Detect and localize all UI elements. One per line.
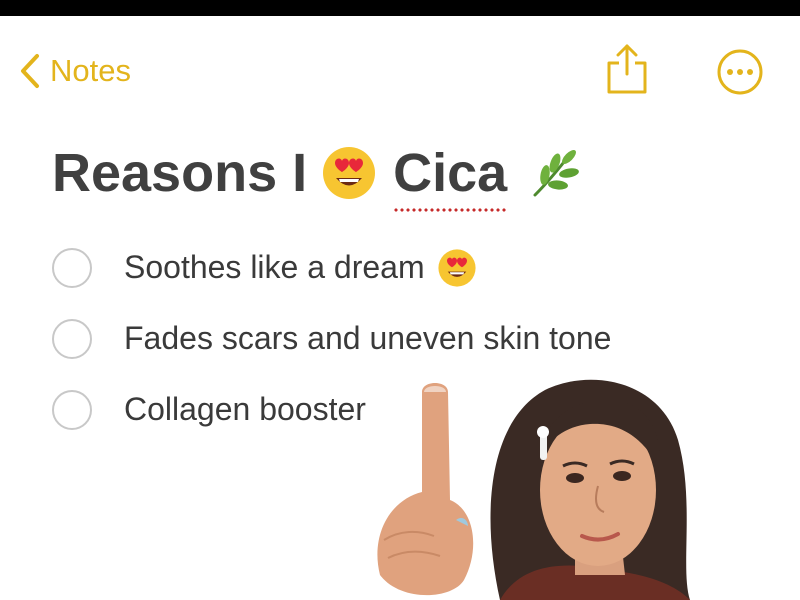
checklist-item-text[interactable]: Collagen booster xyxy=(124,391,366,428)
ellipsis-circle-icon[interactable] xyxy=(716,48,764,96)
heart-eyes-emoji-icon xyxy=(323,147,376,199)
back-label: Notes xyxy=(50,53,131,88)
checklist-item-text[interactable]: Soothes like a dream xyxy=(124,249,425,286)
chevron-left-icon xyxy=(21,54,39,88)
checklist-item-text[interactable]: Fades scars and uneven skin tone xyxy=(124,320,611,357)
checklist-circle[interactable] xyxy=(52,247,92,288)
title-word-2: Cica xyxy=(393,143,508,212)
share-icon[interactable] xyxy=(604,42,650,96)
checklist-item: Soothes like a dream xyxy=(52,232,611,303)
title-word-1: Reasons I xyxy=(52,143,308,203)
checklist-circle[interactable] xyxy=(52,318,92,359)
checklist-circle[interactable] xyxy=(52,389,92,430)
top-black-bar xyxy=(0,0,800,16)
herb-emoji-icon xyxy=(533,150,580,197)
person-pointing-up-photo xyxy=(377,379,690,600)
notes-back-button[interactable]: Notes xyxy=(16,48,131,94)
note-title[interactable]: Reasons I Cica xyxy=(52,138,581,212)
heart-eyes-emoji-icon xyxy=(438,248,476,287)
